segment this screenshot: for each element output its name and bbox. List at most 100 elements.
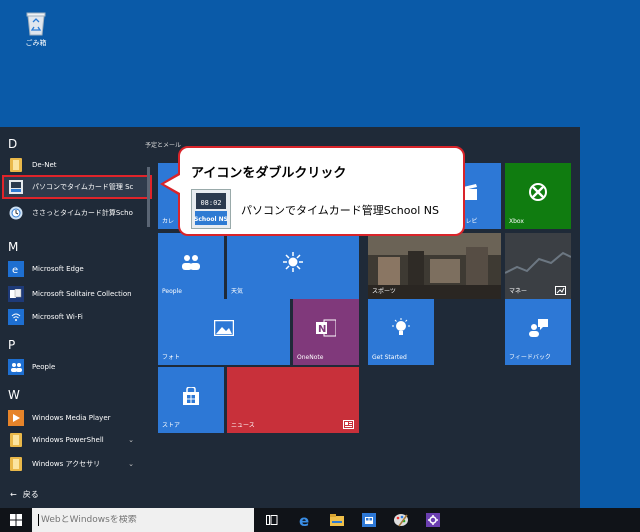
app-icon-text: School NS [194, 216, 228, 223]
app-item-solitaire[interactable]: Microsoft Solitaire Collection [4, 284, 150, 304]
tile-label: 天気 [231, 288, 244, 295]
taskbar-search[interactable] [32, 508, 254, 532]
timecard-app-icon [8, 179, 24, 195]
people-icon [8, 359, 24, 375]
app-item-media-player[interactable]: Windows Media Player [4, 408, 150, 428]
app-item-accessories[interactable]: Windows アクセサリ ⌄ [4, 454, 150, 474]
letter-header-p[interactable]: P [8, 338, 15, 352]
timecard-app-icon[interactable]: 08:02 School NS [191, 189, 231, 229]
callout-title: アイコンをダブルクリック [191, 166, 347, 181]
tile-xbox[interactable]: Xbox [505, 163, 571, 229]
task-view-icon [266, 515, 278, 525]
tile-onenote[interactable]: N OneNote [293, 299, 359, 365]
tile-feedback[interactable]: フィードバック [505, 299, 571, 365]
tile-sports[interactable]: スポーツ [368, 233, 501, 299]
recycle-bin-label: ごみ箱 [25, 39, 47, 47]
app-icon-clock: 08:02 [200, 199, 221, 207]
tile-get-started[interactable]: Get Started [368, 299, 434, 365]
file-explorer-icon [330, 514, 344, 526]
app-label: People [32, 363, 56, 371]
start-button[interactable] [0, 508, 32, 532]
store-icon [362, 513, 376, 527]
tile-label: スポーツ [372, 288, 396, 295]
tile-label: People [162, 288, 182, 295]
tile-store[interactable]: ストア [158, 367, 224, 433]
tile-label: OneNote [297, 354, 324, 361]
svg-text:e: e [12, 265, 18, 274]
tile-label: ニュース [231, 422, 255, 429]
app-item-timecard[interactable]: パソコンでタイムカード管理 Sc [2, 175, 152, 199]
news-icon [343, 420, 354, 429]
letter-header-d[interactable]: D [8, 137, 17, 151]
media-player-icon [8, 410, 24, 426]
tile-label: ストア [162, 422, 181, 429]
tile-photos[interactable]: フォト [158, 299, 290, 365]
taskbar-explorer-button[interactable] [322, 508, 352, 532]
tile-group-header[interactable]: 予定とメール [145, 140, 181, 149]
app-list: D De-Net パソコンでタイムカード管理 Sc ささっとタイムカード計算Sc… [0, 127, 152, 508]
paint-palette-icon [394, 514, 408, 527]
chevron-down-icon[interactable]: ⌄ [128, 460, 134, 468]
app-label: Microsoft Edge [32, 265, 84, 273]
svg-text:e: e [299, 513, 309, 527]
xbox-icon [529, 183, 547, 202]
tile-money[interactable]: マネー [505, 233, 571, 299]
taskbar-paint-button[interactable] [386, 508, 416, 532]
back-button[interactable]: ← 戻る [10, 489, 39, 500]
timecard-calc-icon [8, 205, 24, 221]
app-label: Windows Media Player [32, 414, 111, 422]
callout-pointer-inner [164, 175, 180, 193]
folder-icon [8, 456, 24, 472]
app-label: Microsoft Wi-Fi [32, 313, 83, 321]
folder-icon [8, 432, 24, 448]
weather-icon [283, 252, 303, 273]
gear-icon [426, 513, 440, 527]
tile-label: フィードバック [509, 354, 551, 361]
onenote-icon: N [316, 319, 336, 337]
app-item-de-net[interactable]: De-Net [4, 155, 150, 175]
tile-news[interactable]: ニュース [227, 367, 359, 433]
app-item-edge[interactable]: e Microsoft Edge [4, 259, 150, 279]
instruction-callout: アイコンをダブルクリック 08:02 School NS パソコンでタイムカード… [178, 146, 465, 236]
taskbar-edge-button[interactable]: e [290, 508, 320, 532]
tile-label: カレ [162, 218, 175, 225]
feedback-icon [529, 319, 548, 338]
money-icon [555, 286, 566, 295]
tile-label: Xbox [509, 218, 524, 225]
app-item-timecard-calc[interactable]: ささっとタイムカード計算Scho [4, 203, 150, 223]
recycle-bin[interactable]: ごみ箱 [18, 10, 54, 48]
app-label: Microsoft Solitaire Collection [32, 290, 132, 298]
tile-weather[interactable]: 天気 [227, 233, 359, 299]
search-input[interactable] [39, 515, 239, 525]
app-item-powershell[interactable]: Windows PowerShell ⌄ [4, 430, 150, 450]
lightbulb-icon [392, 318, 410, 336]
chevron-down-icon[interactable]: ⌄ [128, 436, 134, 444]
taskbar: e [0, 508, 640, 532]
taskbar-settings-button[interactable] [418, 508, 448, 532]
windows-logo-icon [10, 514, 22, 526]
taskbar-store-button[interactable] [354, 508, 384, 532]
letter-header-w[interactable]: W [8, 388, 20, 402]
people-icon [182, 255, 200, 271]
app-label: ささっとタイムカード計算Scho [32, 209, 133, 217]
callout-app-name: パソコンでタイムカード管理School NS [241, 204, 440, 217]
app-item-wifi[interactable]: Microsoft Wi-Fi [4, 307, 150, 327]
tile-label: フォト [162, 354, 181, 361]
solitaire-icon [8, 286, 24, 302]
app-item-people[interactable]: People [4, 357, 150, 377]
task-view-button[interactable] [258, 508, 288, 532]
letter-header-m[interactable]: M [8, 240, 18, 254]
tile-people[interactable]: People [158, 233, 224, 299]
app-label: De-Net [32, 161, 57, 169]
app-label: Windows PowerShell [32, 436, 104, 444]
tile-label: Get Started [372, 354, 407, 361]
edge-icon: e [8, 261, 24, 277]
wifi-icon [8, 309, 24, 325]
arrow-left-icon: ← [10, 490, 17, 499]
svg-text:N: N [318, 324, 326, 335]
tile-label: マネー [509, 288, 528, 295]
app-label: パソコンでタイムカード管理 Sc [32, 183, 134, 191]
store-icon [183, 387, 199, 406]
folder-icon [8, 157, 24, 173]
photo-icon [214, 320, 234, 337]
